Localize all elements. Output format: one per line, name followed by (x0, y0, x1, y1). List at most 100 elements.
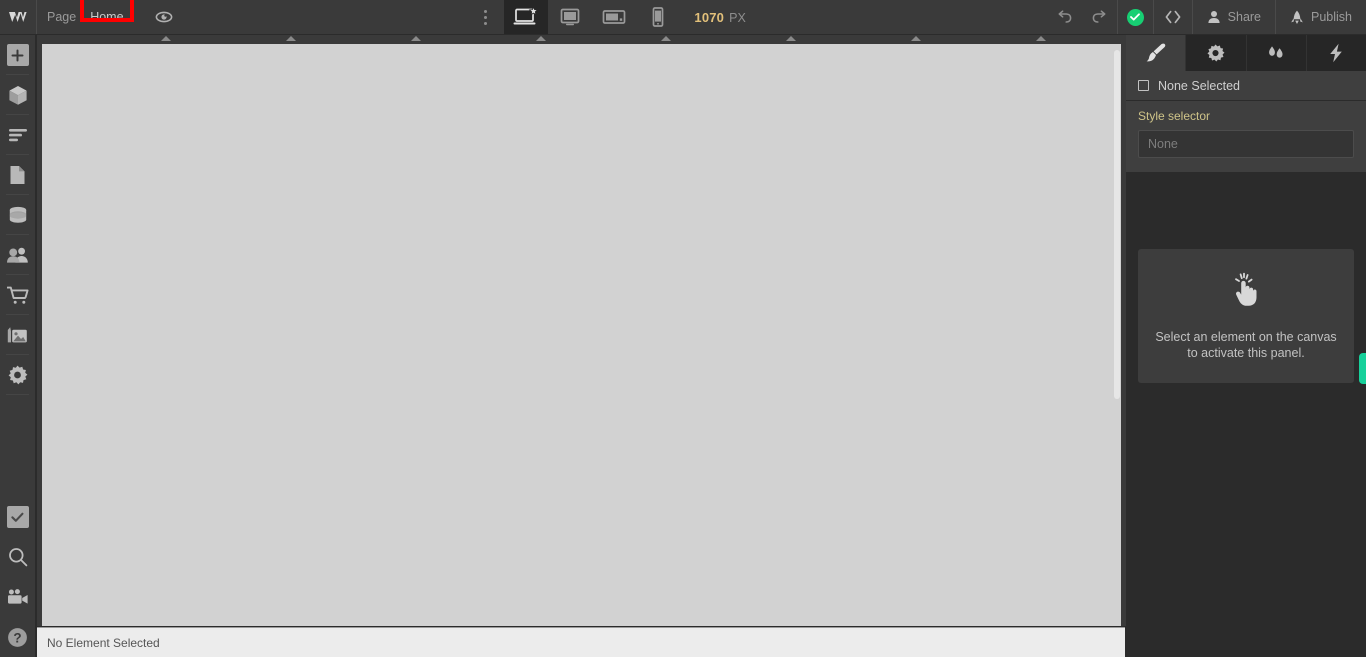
empty-state-line-2: to activate this panel. (1187, 345, 1305, 360)
droplets-icon (1269, 46, 1283, 58)
tab-effects[interactable] (1307, 35, 1366, 71)
publish-label: Publish (1311, 10, 1353, 24)
redo-arrow-icon (1092, 10, 1106, 23)
code-brackets-icon (1165, 10, 1181, 24)
sidebar-item-assets[interactable] (0, 315, 35, 355)
page-name[interactable]: Home (84, 7, 129, 27)
people-icon (6, 247, 28, 263)
share-button[interactable]: Share (1193, 0, 1275, 34)
webflow-designer: Page Home 1070 PX Share Publish ? No Ele… (0, 0, 1366, 657)
status-badge (1126, 8, 1144, 26)
tab-style[interactable] (1126, 35, 1187, 71)
question-mark-icon: ? (8, 627, 27, 647)
undo-button[interactable] (1047, 0, 1082, 34)
sidebar-item-video[interactable] (0, 577, 35, 617)
magnifier-icon (8, 548, 27, 567)
page-name-wrapper[interactable]: Home (80, 0, 135, 27)
layers-lines-icon (8, 129, 27, 142)
panel-side-tab-handle[interactable] (1359, 353, 1366, 384)
panel-tab-bar (1126, 35, 1366, 71)
toolbar-spacer-right (760, 0, 1047, 34)
ruler-tick (161, 36, 171, 41)
preview-toggle-button[interactable] (148, 0, 180, 35)
sidebar-item-add-elements[interactable] (0, 35, 35, 75)
sidebar-item-help[interactable]: ? (0, 617, 35, 657)
shopping-cart-icon (6, 286, 29, 304)
plus-icon (6, 44, 29, 66)
top-toolbar: Page Home 1070 PX Share Publish (0, 0, 1366, 35)
save-status-button[interactable] (1118, 0, 1153, 34)
check-glyph (11, 512, 24, 522)
canvas-width-display[interactable]: 1070 PX (680, 10, 759, 25)
panel-empty-state: Select an element on the canvas to activ… (1138, 249, 1354, 383)
sidebar-item-audit[interactable] (0, 497, 35, 537)
green-check-icon (1130, 13, 1141, 21)
page-canvas-surface[interactable] (42, 44, 1121, 626)
device-breakpoint-tabs (504, 0, 681, 34)
sidebar-item-components[interactable] (0, 75, 35, 115)
canvas-width-value: 1070 (694, 9, 725, 25)
code-export-button[interactable] (1154, 0, 1192, 34)
webflow-w-logo-icon (9, 12, 27, 22)
sidebar-item-search[interactable] (0, 537, 35, 577)
empty-square-icon (1138, 80, 1149, 91)
redo-button[interactable] (1082, 0, 1117, 34)
right-panel: None Selected Style selector None Select… (1126, 35, 1366, 657)
ruler-tick (411, 36, 421, 41)
sidebar-item-ecommerce[interactable] (0, 275, 35, 315)
share-label: Share (1227, 10, 1262, 24)
cube-icon (8, 85, 27, 105)
plus-glyph (11, 49, 24, 61)
svg-text:?: ? (13, 630, 21, 645)
selection-header: None Selected (1126, 71, 1366, 101)
undo-arrow-icon (1058, 10, 1072, 23)
rocket-icon (1291, 10, 1303, 24)
image-stack-icon (7, 326, 27, 342)
style-selector-input[interactable]: None (1138, 130, 1354, 158)
empty-state-line-1: Select an element on the canvas (1155, 329, 1337, 344)
sidebar-item-cms[interactable] (0, 195, 35, 235)
gear-icon (8, 365, 28, 384)
ruler-tick (661, 36, 671, 41)
page-selector-group: Page Home (37, 0, 180, 34)
sidebar-item-users[interactable] (0, 235, 35, 275)
sidebar-item-navigator[interactable] (0, 115, 35, 155)
status-bar-text: No Element Selected (47, 635, 160, 650)
tablet-icon (561, 8, 580, 26)
checkbox-check-icon (6, 506, 29, 528)
person-icon (1208, 11, 1220, 23)
canvas-ruler (37, 35, 1126, 44)
eye-icon (155, 11, 172, 23)
sidebar-item-pages[interactable] (0, 155, 35, 195)
selection-label: None Selected (1158, 78, 1241, 93)
device-tab-mobile[interactable] (636, 0, 681, 34)
more-options-button[interactable] (466, 0, 504, 34)
ruler-tick (1036, 36, 1046, 41)
tab-interactions[interactable] (1247, 35, 1307, 71)
design-canvas-area[interactable] (37, 35, 1126, 626)
mobile-icon (653, 7, 664, 27)
video-camera-icon (7, 589, 28, 604)
ruler-tick (911, 36, 921, 41)
left-sidebar: ? (0, 35, 36, 657)
style-selector-label: Style selector (1138, 109, 1211, 123)
more-vertical-icon (483, 9, 487, 13)
publish-button[interactable]: Publish (1276, 0, 1366, 34)
device-tab-tablet[interactable] (548, 0, 593, 34)
more-vertical-icon (483, 15, 487, 19)
ruler-tick (286, 36, 296, 41)
sidebar-bottom-group: ? (0, 497, 35, 657)
device-tab-desktop[interactable] (504, 0, 549, 34)
desktop-star-icon (513, 7, 539, 25)
device-tab-tablet-landscape[interactable] (592, 0, 637, 34)
ruler-tick (786, 36, 796, 41)
canvas-vertical-scrollbar[interactable] (1114, 50, 1120, 399)
webflow-logo[interactable] (0, 0, 36, 34)
lightning-bolt-icon (1330, 43, 1343, 63)
style-selector-placeholder: None (1148, 137, 1178, 151)
gear-icon (1207, 44, 1225, 62)
tab-settings[interactable] (1186, 35, 1247, 71)
sidebar-item-settings[interactable] (0, 355, 35, 395)
